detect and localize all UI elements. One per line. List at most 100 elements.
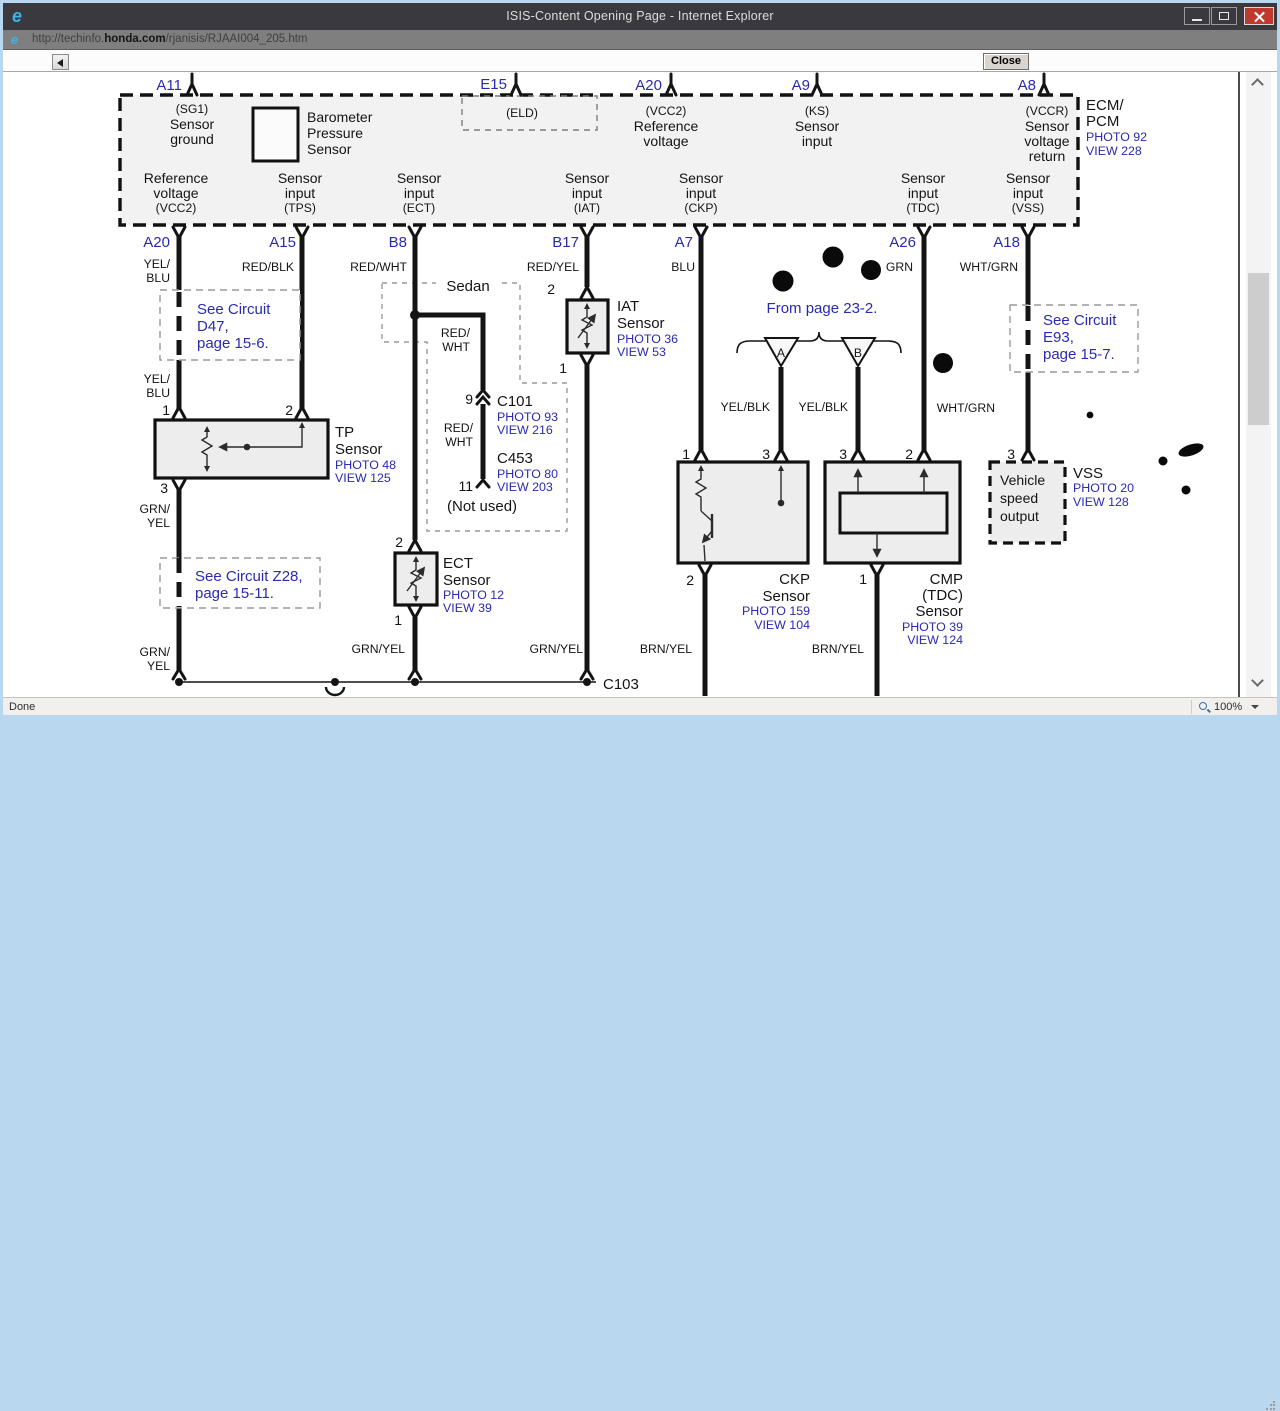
zoom-control[interactable]: 100% [1199, 700, 1269, 714]
window-close-button[interactable] [1244, 7, 1274, 25]
url-path: /rjanisis/RJAAI004_205.htm [165, 33, 308, 45]
ground-cup-icon [324, 686, 346, 697]
cmp-photo-link[interactable]: PHOTO 39 [902, 620, 963, 634]
iat-pin2: 2 [547, 281, 555, 297]
note-z28[interactable]: page 15-11. [195, 585, 274, 602]
cmp-pin1: 1 [859, 571, 867, 587]
wire-color: BLU [146, 271, 170, 285]
tp-photo-link[interactable]: PHOTO 48 [335, 458, 396, 472]
wire-color: WHT [442, 340, 470, 354]
cmp-pin2: 2 [905, 446, 913, 462]
minimize-button[interactable] [1184, 7, 1210, 25]
ect-view-link[interactable]: VIEW 39 [443, 601, 492, 615]
sg1-label: Sensor [170, 116, 215, 132]
tdc-col-label: (TDC) [906, 201, 939, 215]
tp-pin1: 1 [162, 402, 170, 418]
ckp-pin3: 3 [762, 446, 770, 462]
c453-photo-link[interactable]: PHOTO 80 [497, 467, 558, 481]
vcc2-top-label: (VCC2) [646, 104, 687, 118]
address-bar: e http://techinfo.honda.com/rjanisis/RJA… [3, 30, 1277, 50]
resize-grip[interactable] [1265, 1401, 1275, 1411]
pin-label-a20: A20 [143, 234, 170, 251]
note-d47[interactable]: D47, [197, 318, 229, 335]
ect-photo-link[interactable]: PHOTO 12 [443, 588, 504, 602]
window-title: ISIS-Content Opening Page - Internet Exp… [506, 9, 774, 23]
ect-pin1: 1 [394, 612, 402, 628]
zoom-level: 100% [1214, 701, 1243, 713]
url-field[interactable]: http://techinfo.honda.com/rjanisis/RJAAI… [32, 33, 308, 45]
c103-bus [175, 678, 596, 697]
pin-label-b17: B17 [552, 234, 579, 251]
ect-col-label: Sensor [397, 170, 442, 186]
barometer-label: Barometer [307, 109, 373, 125]
close-page-button[interactable]: Close [983, 53, 1029, 70]
wire-color: RED/YEL [527, 260, 579, 274]
tp-pin3: 3 [160, 480, 168, 496]
c101-view-link[interactable]: VIEW 216 [497, 423, 553, 437]
scrollbar-thumb[interactable] [1248, 273, 1269, 425]
wire-color: BRN/YEL [640, 642, 692, 656]
barometer-sensor-box [251, 106, 300, 163]
pin-label-a20-top: A20 [635, 77, 662, 94]
tp-view-link[interactable]: VIEW 125 [335, 471, 391, 485]
vss-view-link[interactable]: VIEW 128 [1073, 495, 1129, 509]
note-e93[interactable]: See Circuit [1043, 312, 1117, 329]
note-d47[interactable]: page 15-6. [197, 335, 269, 352]
ect-col-label: (ECT) [403, 201, 436, 215]
barometer-label: Pressure [307, 125, 363, 141]
url-protocol: http://techinfo. [32, 33, 105, 45]
ckp-photo-link[interactable]: PHOTO 159 [742, 604, 810, 618]
c101-photo-link[interactable]: PHOTO 93 [497, 410, 558, 424]
ecm-name: PCM [1086, 113, 1119, 130]
vss-box-label: Vehicle [1000, 472, 1045, 488]
wire-color: WHT [445, 435, 473, 449]
c103-label: C103 [603, 676, 639, 693]
scroll-up-icon[interactable] [1251, 78, 1264, 91]
tps-label: (TPS) [284, 201, 316, 215]
wire-color: GRN [886, 260, 913, 274]
note-e93[interactable]: page 15-7. [1043, 346, 1115, 363]
vss-photo-link[interactable]: PHOTO 20 [1073, 481, 1134, 495]
zoom-dropdown-icon[interactable] [1251, 705, 1259, 709]
barometer-label: Sensor [307, 141, 352, 157]
wire-color: RED/WHT [350, 260, 407, 274]
c453-view-link[interactable]: VIEW 203 [497, 480, 553, 494]
vccr-label: (VCCR) [1026, 104, 1069, 118]
wiring-diagram: A11 E15 A20 A9 A8 (ELD) (SG1) Sensor gro… [118, 72, 1204, 697]
wire-color: GRN/YEL [351, 642, 405, 656]
cmp-view-link[interactable]: VIEW 124 [907, 633, 963, 647]
ect-name: ECT [443, 555, 473, 572]
wire-color: WHT/GRN [937, 401, 995, 415]
vertical-scrollbar[interactable] [1246, 72, 1271, 697]
page-toolbar: Close [3, 50, 1277, 72]
iat-view-link[interactable]: VIEW 53 [617, 345, 666, 359]
ckp-name: Sensor [762, 588, 810, 605]
note-d47[interactable]: See Circuit [197, 301, 271, 318]
wire-color: YEL/BLK [721, 400, 770, 414]
tp-pin2: 2 [285, 402, 293, 418]
refv-label: Reference [144, 170, 209, 186]
back-button[interactable] [52, 54, 69, 70]
scroll-down-icon[interactable] [1251, 674, 1264, 687]
maximize-button[interactable] [1211, 7, 1237, 25]
tp-name: Sensor [335, 441, 383, 458]
ks-label: (KS) [805, 104, 829, 118]
ckp-view-link[interactable]: VIEW 104 [754, 618, 810, 632]
refv-label: (VCC2) [156, 201, 197, 215]
ckp-pin1: 1 [682, 446, 690, 462]
ecm-photo-link[interactable]: PHOTO 92 [1086, 130, 1147, 144]
tdc-col-label: Sensor [901, 170, 946, 186]
iat-photo-link[interactable]: PHOTO 36 [617, 332, 678, 346]
note-e93[interactable]: E93, [1043, 329, 1074, 346]
tps-label: Sensor [278, 170, 323, 186]
triangle-a-label: A [777, 346, 786, 360]
minimize-icon [1192, 19, 1202, 21]
ecm-view-link[interactable]: VIEW 228 [1086, 144, 1142, 158]
pin-label-b8: B8 [389, 234, 407, 251]
note-z28[interactable]: See Circuit Z28, [195, 568, 303, 585]
wire-color: YEL/BLK [799, 400, 848, 414]
vss-name: VSS [1073, 465, 1103, 482]
iat-pin1: 1 [559, 360, 567, 376]
status-text: Done [9, 701, 36, 713]
iat-name: Sensor [617, 315, 665, 332]
